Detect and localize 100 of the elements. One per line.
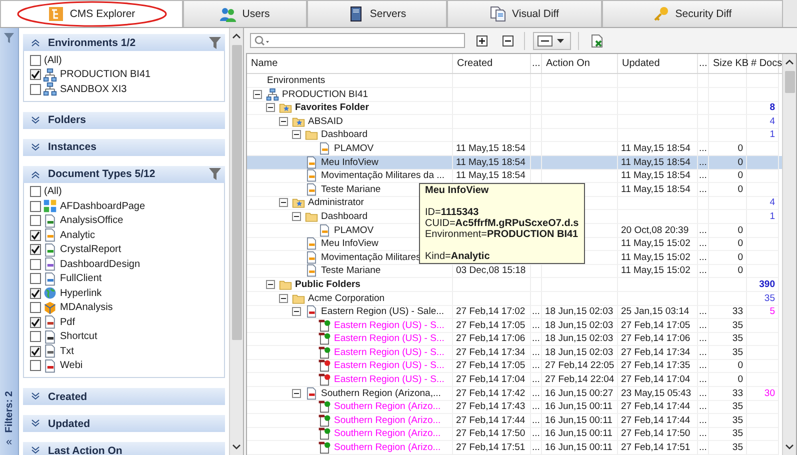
filter-option[interactable]: MDAnalysis	[60, 302, 113, 314]
filter-option[interactable]: Txt	[60, 346, 74, 357]
view-dropdown-button[interactable]	[533, 32, 571, 50]
filter-option[interactable]: (All)	[44, 186, 62, 198]
filter-icon[interactable]	[3, 32, 15, 44]
checkbox[interactable]	[30, 258, 41, 270]
scrollbar[interactable]	[229, 28, 243, 455]
checkbox[interactable]	[30, 244, 41, 256]
tree-row[interactable]: Southern Region (Arizona,... 27 Feb,14 17:42 ... 16 Jun,15 00:27 23 May,15 05:43 ... 33 30	[247, 386, 782, 400]
section-header[interactable]: Instances	[23, 138, 225, 156]
collapse-toggle[interactable]	[279, 116, 288, 126]
scroll-thumb[interactable]	[784, 71, 794, 93]
scroll-down-icon[interactable]	[232, 444, 241, 450]
tree-row[interactable]: Eastern Region (US) - S... 27 Feb,14 17:04 ... 27 Feb,14 22:04 27 Feb,14 17:04 ... 0	[247, 373, 782, 387]
checkbox[interactable]	[30, 200, 41, 212]
tree-row[interactable]: Dashboard 1	[247, 128, 782, 142]
checkbox[interactable]	[30, 69, 41, 80]
collapse-toggle[interactable]	[266, 280, 275, 289]
checkbox[interactable]	[30, 346, 41, 357]
scroll-up-icon[interactable]	[232, 33, 241, 39]
collapse-toggle[interactable]	[279, 198, 288, 208]
checkbox[interactable]	[30, 215, 41, 226]
filter-option[interactable]: AFDashboardPage	[60, 200, 146, 212]
filter-icon[interactable]	[209, 36, 221, 48]
tree-row[interactable]: Eastern Region (US) - S... 27 Feb,14 17:06 ... 18 Jun,15 02:03 27 Feb,14 17:06 ... 35	[247, 332, 782, 346]
column-header[interactable]: Updated	[618, 54, 698, 73]
collapse-toggle[interactable]	[292, 130, 301, 140]
instance-success-icon	[318, 400, 331, 414]
filter-icon[interactable]	[209, 168, 221, 180]
scroll-down-icon[interactable]	[785, 444, 794, 450]
tree-row[interactable]: Eastern Region (US) - S... 27 Feb,14 17:05 ... 27 Feb,14 22:05 27 Feb,14 17:35 ... 0	[247, 359, 782, 374]
tree-row[interactable]: Southern Region (Arizo... 27 Feb,14 17:50 ... 16 Jun,15 00:11 27 Feb,14 17:50 ... 35	[247, 427, 782, 442]
column-header[interactable]: ...	[531, 54, 542, 73]
collapse-toggle[interactable]	[292, 388, 301, 398]
filter-option[interactable]: Shortcut	[60, 331, 98, 342]
filter-option[interactable]: Webi	[60, 360, 83, 372]
tooltip-line: Environment=PRODUCTION BI41	[425, 229, 579, 240]
checkbox[interactable]	[30, 302, 41, 314]
filter-option[interactable]: (All)	[44, 54, 62, 66]
tree-row[interactable]: Southern Region (Arizo... 27 Feb,14 17:44 ... 16 Jun,15 00:11 27 Feb,14 17:44 ... 35	[247, 414, 782, 428]
checkbox[interactable]	[30, 316, 41, 328]
tab[interactable]: Security Diff	[602, 0, 783, 27]
filter-option[interactable]: FullClient	[60, 273, 102, 284]
checkbox[interactable]	[30, 288, 41, 299]
checkbox[interactable]	[30, 84, 41, 95]
tree-row[interactable]: Public Folders 390	[247, 278, 782, 292]
scroll-up-icon[interactable]	[785, 59, 794, 65]
section-header[interactable]: Environments 1/2	[23, 34, 225, 51]
section-header[interactable]: Updated	[23, 415, 225, 432]
collapse-button[interactable]: «	[6, 437, 12, 447]
tree-row[interactable]: Southern Region (Arizo... 27 Feb,14 17:51 ... 16 Jun,15 00:11 27 Feb,14 17:51 ... 35	[247, 441, 782, 455]
section-header[interactable]: Document Types 5/12	[23, 166, 225, 182]
table-cell: 18 Jun,15 02:03	[545, 320, 614, 331]
filter-option[interactable]: Hyperlink	[60, 288, 102, 299]
tree-row[interactable]: Meu InfoView 11 May,15 18:54 11 May,15 18:54 ... 0	[247, 156, 782, 170]
column-header[interactable]: Created	[453, 54, 531, 73]
filter-option[interactable]: PRODUCTION BI41	[60, 69, 151, 80]
tab[interactable]: Users	[183, 0, 307, 27]
collapse-toggle[interactable]	[253, 90, 262, 99]
checkbox[interactable]	[30, 186, 41, 198]
column-header[interactable]: Size KB	[709, 54, 747, 73]
checkbox[interactable]	[30, 230, 41, 241]
tree-row[interactable]: Eastern Region (US) - S... 27 Feb,14 17:34 ... 18 Jun,15 02:03 27 Feb,14 17:34 ... 35	[247, 346, 782, 360]
search-field[interactable]	[250, 33, 465, 48]
checkbox[interactable]	[30, 360, 41, 372]
filter-option[interactable]: Pdf	[60, 316, 76, 328]
tree-row[interactable]: Acme Corporation 35	[247, 292, 782, 306]
section-header[interactable]: Created	[23, 388, 225, 405]
checkbox[interactable]	[30, 331, 41, 342]
collapse-toggle[interactable]	[292, 212, 301, 221]
section-header[interactable]: Last Action On	[23, 442, 225, 455]
collapse-toggle[interactable]	[266, 103, 275, 112]
filter-option[interactable]: DashboardDesign	[60, 258, 140, 270]
tab[interactable]: Visual Diff	[447, 0, 602, 27]
filter-option[interactable]: Analytic	[60, 230, 96, 241]
table-cell: 11 May,15 15:02	[621, 265, 690, 276]
filter-option[interactable]: AnalysisOffice	[60, 215, 124, 226]
tree-row[interactable]: Eastern Region (US) - S... 27 Feb,14 17:05 ... 18 Jun,15 02:03 27 Feb,14 17:05 ... 35	[247, 318, 782, 332]
table-cell: ...	[532, 320, 540, 331]
collapse-toggle[interactable]	[279, 294, 288, 302]
tree-row[interactable]: PRODUCTION BI41	[247, 88, 782, 102]
column-header[interactable]: Name	[247, 54, 453, 73]
scroll-thumb[interactable]	[232, 45, 242, 340]
tree-row[interactable]: Eastern Region (US) - Sale... 27 Feb,14 17:02 ... 18 Jun,15 02:03 25 Jan,15 03:14 ... 33 5	[247, 305, 782, 319]
tree-row[interactable]: Environments	[247, 74, 782, 88]
filter-option[interactable]: SANDBOX XI3	[60, 84, 127, 95]
tree-row[interactable]: ABSAID 4	[247, 114, 782, 128]
checkbox[interactable]	[30, 273, 41, 284]
collapse-toggle[interactable]	[292, 307, 301, 316]
scrollbar[interactable]	[782, 54, 796, 455]
filter-option[interactable]: CrystalReport	[60, 244, 122, 256]
column-header[interactable]: Action On	[542, 54, 618, 73]
tab[interactable]: Servers	[307, 0, 447, 27]
section-header[interactable]: Folders	[23, 112, 225, 128]
checkbox[interactable]	[30, 54, 41, 66]
tree-row[interactable]: Favorites Folder 8	[247, 101, 782, 115]
tree-row[interactable]: Southern Region (Arizo... 27 Feb,14 17:43 ... 16 Jun,15 00:11 27 Feb,14 17:44 ... 35	[247, 400, 782, 414]
tab[interactable]: CMS Explorer	[0, 0, 183, 27]
table-cell: 27 Feb,14 17:50	[456, 428, 526, 440]
column-header[interactable]: ...	[698, 54, 709, 73]
